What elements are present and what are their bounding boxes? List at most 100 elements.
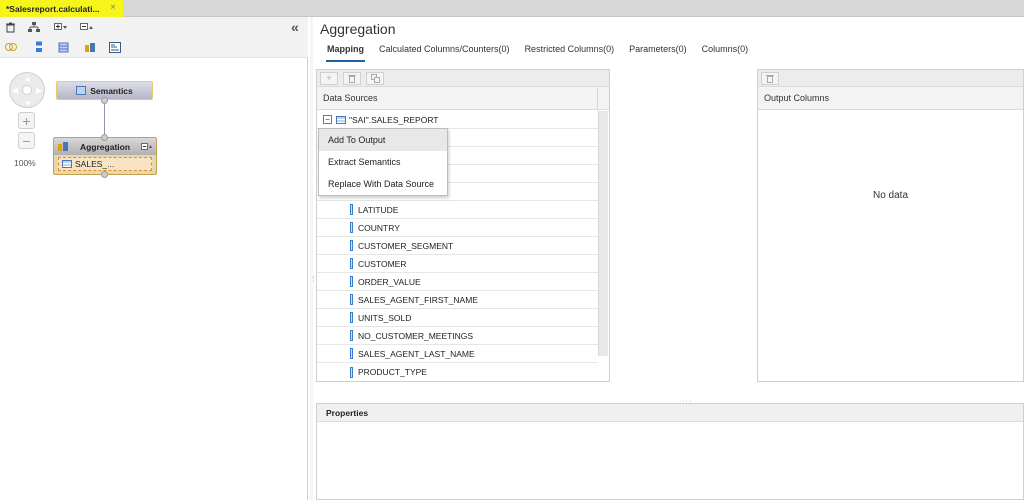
tab-restricted-columns[interactable]: Restricted Columns(0) [525,44,615,54]
properties-header: Properties [317,404,1023,422]
tab-mapping[interactable]: Mapping [326,44,365,62]
aggregation-input-port[interactable] [101,171,108,178]
join-icon[interactable] [4,40,18,54]
pan-down-icon[interactable]: ▼ [24,99,32,108]
empty-state-text: No data [872,190,909,201]
close-tab-icon[interactable]: × [110,2,116,13]
scenario-pane: « ▲ ▼ ◀ ▶ + − 100% Semantics Aggregation [0,17,308,500]
scenario-toolbar: « [0,17,308,58]
pan-center-icon[interactable] [22,85,32,95]
aggregation-datasource-item[interactable]: SALES_... [58,157,152,171]
column-label: CUSTOMER [358,258,407,269]
editor-tab-salesreport[interactable]: *Salesreport.calculati... × [0,0,123,17]
data-sources-panel: + Data Sources − "SAI".SALES_REPORT LATI… [316,69,610,382]
semantics-input-port[interactable] [101,97,108,104]
aggregation-node[interactable]: Aggregation SALES_... [53,137,157,175]
column-label: ORDER_VALUE [358,276,421,287]
data-source-root-label: "SAI".SALES_REPORT [349,114,439,125]
expand-all-icon[interactable] [53,20,69,34]
column-icon [350,312,353,323]
rank-icon[interactable] [108,40,122,54]
context-menu: Add To Output Extract Semantics Replace … [318,128,448,196]
tab-parameters[interactable]: Parameters(0) [629,44,687,54]
column-label: SALES_AGENT_LAST_NAME [358,348,475,359]
aggregation-icon [58,142,68,151]
collapse-pane-icon[interactable]: « [291,19,299,35]
column-icon [350,204,353,215]
column-icon [350,348,353,359]
column-label: NO_CUSTOMER_MEETINGS [358,330,474,341]
pan-navigator[interactable]: ▲ ▼ ◀ ▶ [9,72,45,108]
output-columns-panel: Output Columns No data [757,69,1024,382]
semantics-node-label: Semantics [90,85,133,96]
collapse-node-icon[interactable] [141,142,153,151]
aggregation-datasource-label: SALES_... [75,159,115,169]
column-label: PRODUCT_TYPE [358,367,427,377]
tab-calculated-columns[interactable]: Calculated Columns/Counters(0) [379,44,510,54]
column-row[interactable]: ORDER_VALUE [317,273,598,291]
column-row[interactable]: SALES_AGENT_FIRST_NAME [317,291,598,309]
menu-item-replace-with-data-source[interactable]: Replace With Data Source [319,173,447,195]
data-sources-toolbar: + [317,70,609,87]
column-icon [350,276,353,287]
calculation-view-editor: *Salesreport.calculati... × « ▲ ▼ ◀ ▶ + … [0,0,1024,500]
aggregation-output-port[interactable] [101,134,108,141]
properties-panel: Properties [316,403,1024,500]
data-sources-header-label: Data Sources [323,93,378,103]
add-icon[interactable]: + [320,71,338,85]
editor-tab-label: *Salesreport.calculati... [6,3,100,14]
column-icon [350,366,353,378]
column-row[interactable]: CUSTOMER [317,255,598,273]
column-row[interactable]: SALES_AGENT_LAST_NAME [317,345,598,363]
column-row[interactable]: CUSTOMER_SEGMENT [317,237,598,255]
details-tabs: Mapping Calculated Columns/Counters(0) R… [326,44,763,62]
aggregation-node-label: Aggregation [79,141,131,152]
column-row[interactable]: COUNTRY [317,219,598,237]
data-source-root[interactable]: − "SAI".SALES_REPORT [317,111,598,129]
tab-columns[interactable]: Columns(0) [702,44,749,54]
column-row[interactable]: UNITS_SOLD [317,309,598,327]
pan-left-icon[interactable]: ◀ [12,86,18,95]
projection-icon[interactable] [57,40,71,54]
column-icon [350,294,353,305]
pan-up-icon[interactable]: ▲ [24,74,32,83]
pan-right-icon[interactable]: ▶ [36,86,42,95]
column-icon [350,240,353,251]
column-label: SALES_AGENT_FIRST_NAME [358,294,478,305]
data-sources-header: Data Sources [317,87,609,111]
column-label: UNITS_SOLD [358,312,412,323]
aggregation-icon[interactable] [83,40,97,54]
output-columns-header: Output Columns [758,87,1023,110]
column-icon [350,258,353,269]
semantics-icon [76,86,87,95]
table-icon [62,160,72,168]
header-divider [597,88,598,111]
table-icon [336,115,346,124]
menu-item-extract-semantics[interactable]: Extract Semantics [319,151,447,173]
zoom-level: 100% [14,158,36,168]
zoom-in-button[interactable]: + [18,112,35,129]
copy-icon[interactable] [366,71,384,85]
column-label: COUNTRY [358,222,400,233]
collapse-all-icon[interactable] [79,20,95,34]
column-label: CUSTOMER_SEGMENT [358,240,454,251]
union-icon[interactable] [32,40,46,54]
column-row[interactable]: NO_CUSTOMER_MEETINGS [317,327,598,345]
data-sources-scrollbar[interactable] [598,111,608,356]
output-columns-toolbar [758,70,1023,87]
delete-icon[interactable] [3,20,17,34]
editor-tab-strip: *Salesreport.calculati... × [0,0,1024,17]
remove-icon[interactable] [343,71,361,85]
column-icon [350,222,353,233]
column-label: LATITUDE [358,204,399,215]
menu-item-add-to-output[interactable]: Add To Output [319,129,447,151]
column-icon [350,330,353,341]
auto-layout-icon[interactable] [27,20,41,34]
column-row[interactable]: LATITUDE [317,201,598,219]
column-row[interactable]: PRODUCT_TYPE [317,363,598,381]
collapse-tree-icon[interactable]: − [323,115,332,124]
page-title: Aggregation [320,21,396,37]
zoom-out-button[interactable]: − [18,132,35,149]
remove-icon[interactable] [761,71,779,85]
output-columns-header-label: Output Columns [764,93,830,103]
